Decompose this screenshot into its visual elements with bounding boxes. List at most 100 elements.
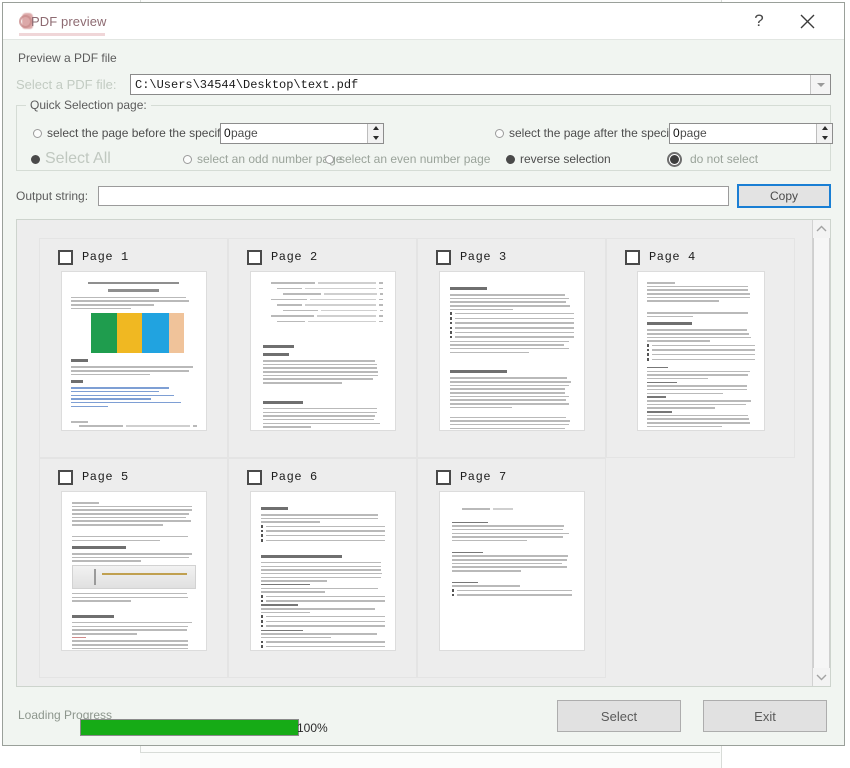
- spin-down-icon[interactable]: [817, 133, 832, 143]
- page-thumbnail-grid: Page 1 Page 2 Page 3 Page 4 Page 5 Page 6 Page…: [17, 220, 812, 686]
- page-thumbnail-scrollarea: Page 1 Page 2 Page 3 Page 4 Page 5 Page 6 Page…: [16, 219, 831, 687]
- page-preview-image[interactable]: [61, 271, 207, 431]
- page-preview-wrapper: [48, 489, 219, 669]
- spinbox-after-suffix: page: [680, 126, 707, 140]
- page-thumbnail-item[interactable]: Page 1: [39, 238, 228, 458]
- page-thumbnail-item[interactable]: Page 5: [39, 458, 228, 678]
- page-preview-image[interactable]: [439, 491, 585, 651]
- dialog-body: Preview a PDF file Select a PDF file: C:…: [3, 40, 844, 687]
- help-icon[interactable]: ?: [746, 8, 772, 34]
- page-label: Page 7: [460, 470, 507, 484]
- radio-dot-do-not-select: [667, 152, 682, 167]
- radio-dot-select-all: [31, 155, 40, 164]
- page-label: Page 1: [82, 250, 129, 264]
- radio-odd-pages[interactable]: select an odd number page: [183, 152, 342, 166]
- spin-up-icon[interactable]: [368, 124, 383, 134]
- radio-do-not-select[interactable]: do not select: [667, 152, 758, 167]
- page-preview-image[interactable]: [439, 271, 585, 431]
- radio-dot-odd: [183, 155, 192, 164]
- pdf-file-combobox[interactable]: C:\Users\34544\Desktop\text.pdf: [130, 74, 831, 95]
- page-checkbox[interactable]: [58, 470, 73, 485]
- page-preview-wrapper: [426, 269, 597, 449]
- page-thumbnail-item[interactable]: Page 6: [228, 458, 417, 678]
- page-preview-image[interactable]: [61, 491, 207, 651]
- page-checkbox[interactable]: [247, 250, 262, 265]
- progress-percent: 100%: [297, 721, 328, 735]
- radio-select-after[interactable]: select the page after the specified: [495, 126, 688, 140]
- radio-reverse-selection[interactable]: reverse selection: [506, 152, 611, 166]
- radio-dot-reverse: [506, 155, 515, 164]
- page-thumbnail-item[interactable]: Page 7: [417, 458, 606, 678]
- page-label: Page 4: [649, 250, 696, 264]
- page-checkbox[interactable]: [247, 470, 262, 485]
- radio-label-before: select the page before the specified: [47, 126, 236, 140]
- radio-select-before[interactable]: select the page before the specified: [33, 126, 236, 140]
- quick-selection-group: Quick Selection page: select the page be…: [16, 105, 831, 171]
- radio-dot-before: [33, 129, 42, 138]
- background-window-strip: [140, 752, 720, 768]
- spinbox-before-suffix: page: [231, 126, 258, 140]
- output-string-label: Output string:: [16, 189, 98, 203]
- scrollbar-track[interactable]: [813, 238, 830, 668]
- radio-label-reverse: reverse selection: [520, 152, 611, 166]
- exit-button[interactable]: Exit: [703, 700, 827, 732]
- copy-button[interactable]: Copy: [737, 184, 831, 208]
- dialog-footer: Loading Progress Select Exit: [3, 687, 844, 745]
- page-preview-image[interactable]: [250, 271, 396, 431]
- page-checkbox[interactable]: [436, 250, 451, 265]
- page-thumbnail-header: Page 5: [48, 465, 219, 489]
- vertical-scrollbar[interactable]: [812, 220, 830, 686]
- radio-dot-even: [325, 155, 334, 164]
- radio-dot-after: [495, 129, 504, 138]
- window-title: PDF preview: [31, 14, 107, 29]
- radio-even-pages[interactable]: select an even number page: [325, 152, 490, 166]
- spinbox-before-buttons[interactable]: [367, 124, 383, 143]
- page-checkbox[interactable]: [625, 250, 640, 265]
- quick-selection-row-1: select the page before the specified 0 p…: [17, 126, 830, 140]
- page-preview-wrapper: [615, 269, 786, 449]
- page-checkbox[interactable]: [58, 250, 73, 265]
- page-preview-wrapper: [237, 489, 408, 669]
- radio-select-all[interactable]: Select All: [31, 150, 111, 168]
- file-select-row: Select a PDF file: C:\Users\34544\Deskto…: [16, 74, 831, 95]
- page-thumbnail-header: Page 6: [237, 465, 408, 489]
- page-label: Page 3: [460, 250, 507, 264]
- page-preview-wrapper: [48, 269, 219, 449]
- page-preview-image[interactable]: [637, 271, 765, 431]
- radio-label-even: select an even number page: [339, 152, 490, 166]
- page-checkbox[interactable]: [436, 470, 451, 485]
- loading-progress-bar: [80, 719, 299, 736]
- page-label: Page 2: [271, 250, 318, 264]
- scroll-down-icon[interactable]: [813, 668, 830, 686]
- scroll-up-icon[interactable]: [813, 220, 830, 238]
- preview-section-label: Preview a PDF file: [18, 51, 831, 65]
- page-thumbnail-item[interactable]: Page 2: [228, 238, 417, 458]
- output-string-row: Output string: Copy: [16, 184, 831, 208]
- close-icon[interactable]: [794, 8, 820, 34]
- spinbox-after-buttons[interactable]: [816, 124, 832, 143]
- page-preview-wrapper: [237, 269, 408, 449]
- pdf-file-path: C:\Users\34544\Desktop\text.pdf: [131, 75, 810, 94]
- spin-up-icon[interactable]: [817, 124, 832, 134]
- page-thumbnail-item[interactable]: Page 4: [606, 238, 795, 458]
- radio-label-do-not-select: do not select: [690, 152, 758, 166]
- title-bar: PDF preview ?: [3, 3, 844, 40]
- page-preview-wrapper: [426, 489, 597, 669]
- page-preview-image[interactable]: [250, 491, 396, 651]
- page-thumbnail-item[interactable]: Page 3: [417, 238, 606, 458]
- title-underline: [19, 33, 105, 36]
- chevron-down-icon[interactable]: [810, 75, 830, 94]
- page-thumbnail-header: Page 1: [48, 245, 219, 269]
- page-thumbnail-header: Page 2: [237, 245, 408, 269]
- file-select-label: Select a PDF file:: [16, 77, 130, 92]
- page-thumbnail-header: Page 7: [426, 465, 597, 489]
- spin-down-icon[interactable]: [368, 133, 383, 143]
- page-label: Page 6: [271, 470, 318, 484]
- select-button[interactable]: Select: [557, 700, 681, 732]
- progress-fill: [81, 720, 298, 735]
- pdf-preview-dialog: PDF preview ? Preview a PDF file Select …: [2, 2, 845, 746]
- output-string-input[interactable]: [98, 186, 729, 206]
- radio-label-select-all: Select All: [45, 150, 111, 168]
- quick-selection-row-2: Select All select an odd number page sel…: [17, 150, 830, 168]
- screen: PDF preview ? Preview a PDF file Select …: [0, 0, 850, 768]
